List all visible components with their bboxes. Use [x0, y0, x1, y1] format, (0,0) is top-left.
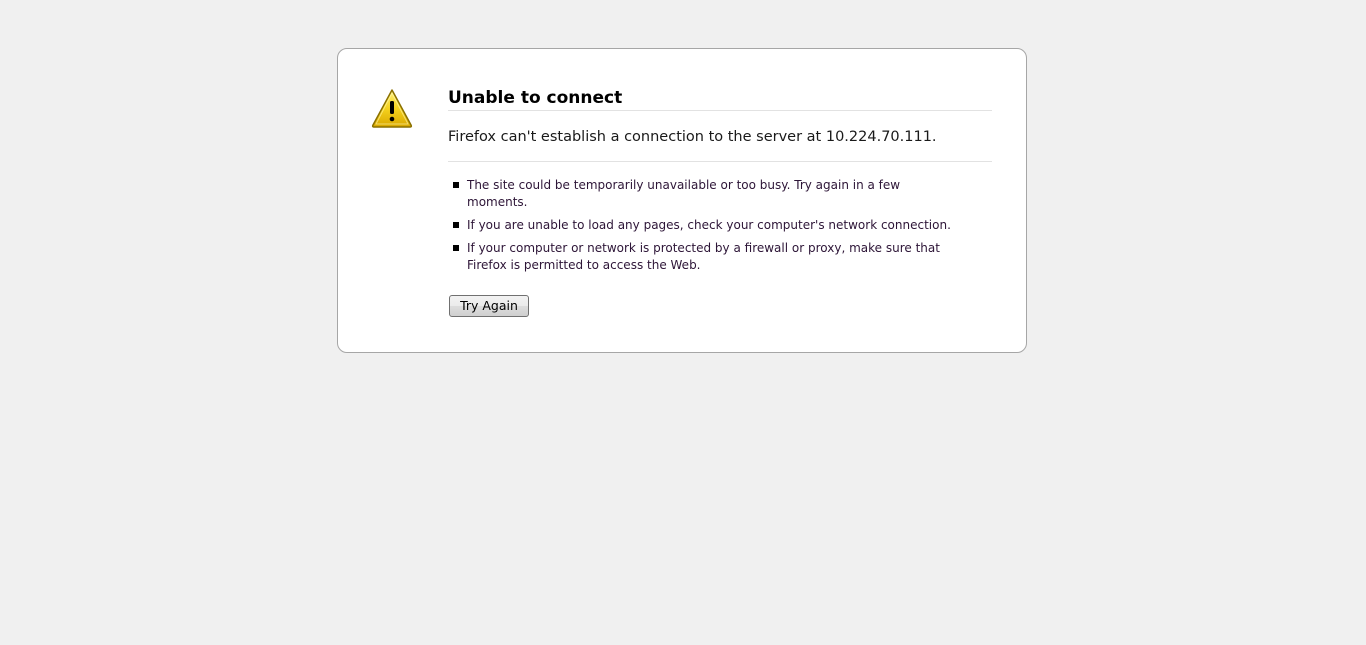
- bullet-icon: [453, 222, 459, 228]
- suggestion-text: The site could be temporarily unavailabl…: [467, 178, 901, 209]
- error-suggestions-list: The site could be temporarily unavailabl…: [448, 162, 958, 274]
- suggestion-text: If you are unable to load any pages, che…: [467, 218, 951, 232]
- error-content: Unable to connect Firefox can't establis…: [448, 87, 992, 280]
- list-item: The site could be temporarily unavailabl…: [448, 177, 958, 211]
- error-title: Unable to connect: [448, 87, 992, 111]
- try-again-button[interactable]: Try Again: [449, 295, 529, 317]
- list-item: If you are unable to load any pages, che…: [448, 217, 958, 234]
- list-item: If your computer or network is protected…: [448, 240, 958, 274]
- error-short-description: Firefox can't establish a connection to …: [448, 111, 992, 162]
- suggestion-text: If your computer or network is protected…: [467, 241, 940, 272]
- error-page-container: Unable to connect Firefox can't establis…: [337, 48, 1027, 353]
- bullet-icon: [453, 245, 459, 251]
- warning-icon: [370, 87, 414, 129]
- bullet-icon: [453, 182, 459, 188]
